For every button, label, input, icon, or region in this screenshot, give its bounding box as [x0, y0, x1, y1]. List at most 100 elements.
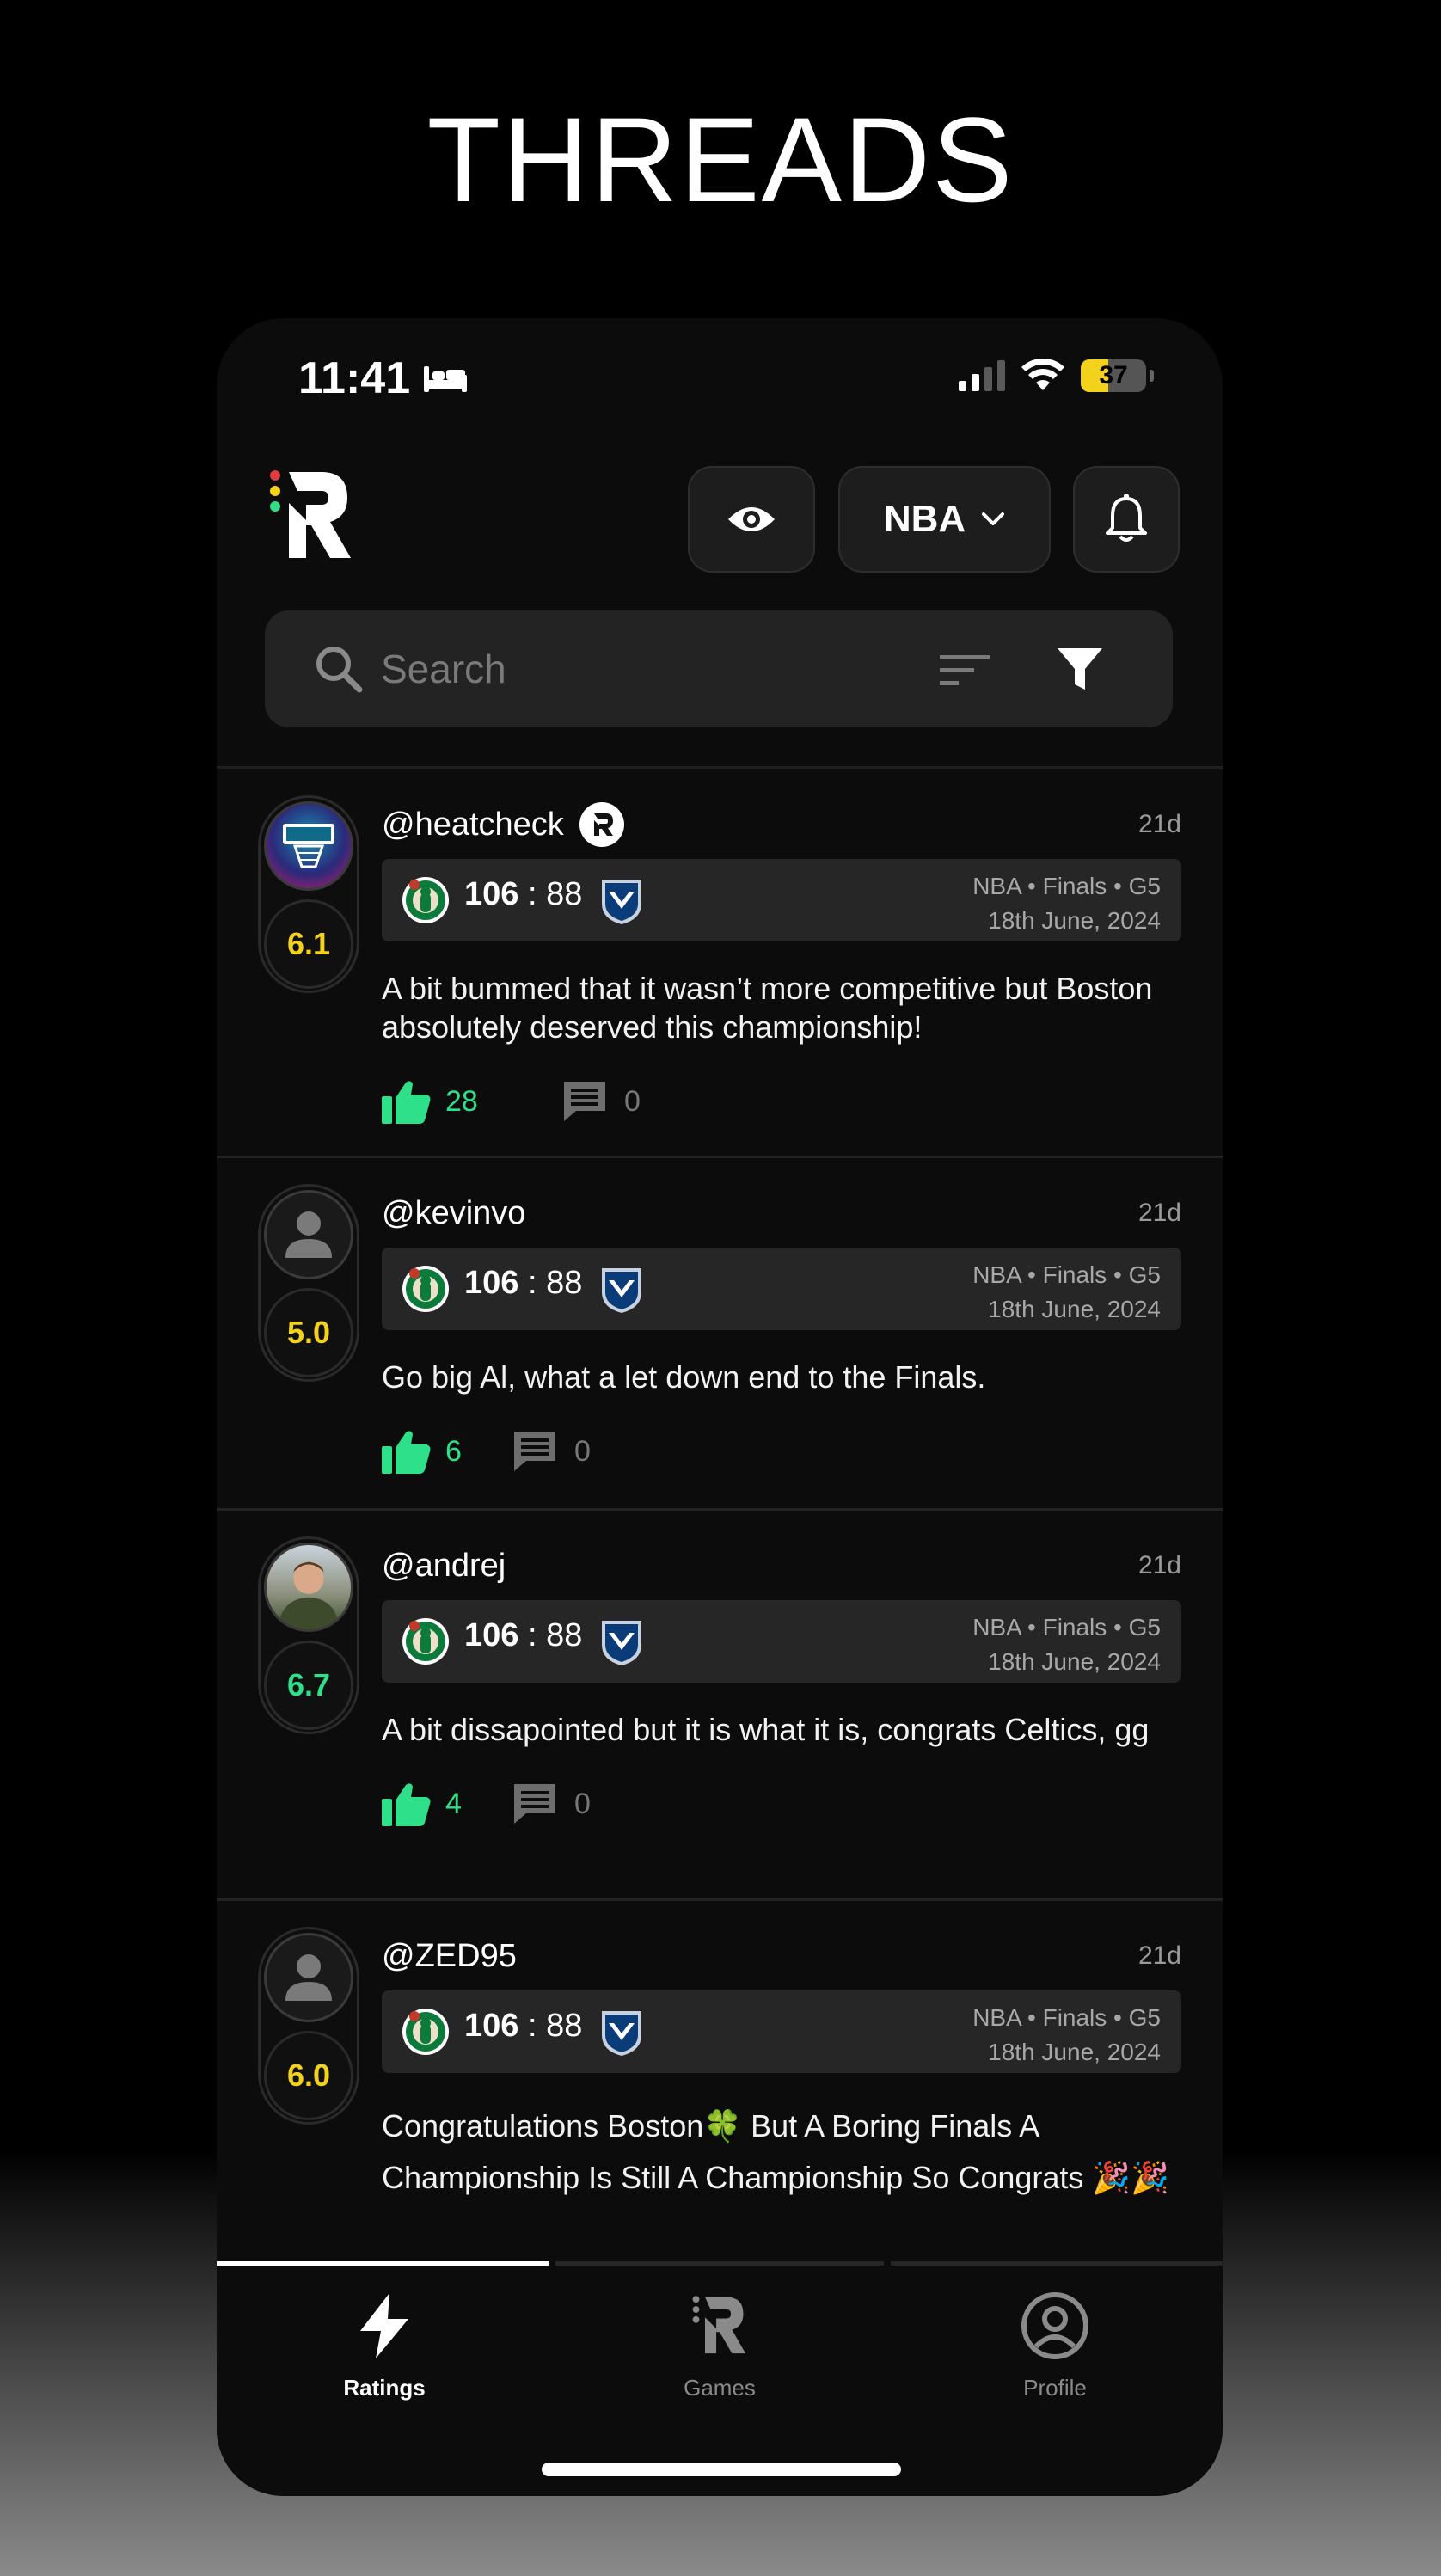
- game-score: 106 : 88: [464, 1617, 582, 1654]
- game-info: NBA • Finals • G5: [972, 2004, 1161, 2031]
- rating-score: 6.7: [264, 1641, 353, 1730]
- tab-games[interactable]: Games: [552, 2287, 887, 2401]
- post-age: 21d: [1137, 1551, 1181, 1579]
- like-count: 6: [445, 1434, 462, 1468]
- post-header: @kevinvo 21d: [382, 1189, 1181, 1237]
- battery-icon: 37: [1081, 359, 1146, 392]
- thumbs-up-icon[interactable]: [382, 1429, 432, 1474]
- away-score: 88: [546, 876, 583, 912]
- mavericks-logo-icon: [602, 880, 641, 924]
- thread-post[interactable]: 5.0 @kevinvo 21d 106 : 88 NBA • Finals •…: [217, 1158, 1223, 1511]
- game-meta: NBA • Finals • G5 18th June, 2024: [972, 2001, 1161, 2070]
- post-text: A bit dissapointed but it is what it is,…: [382, 1712, 1150, 1747]
- search-icon: [316, 647, 363, 693]
- avatar[interactable]: [264, 1190, 353, 1279]
- rating-score: 5.0: [264, 1288, 353, 1377]
- comment-count: 0: [574, 1434, 591, 1468]
- post-header: @heatcheck 21d: [382, 800, 1181, 849]
- username[interactable]: @ZED95: [382, 1938, 517, 1975]
- avatar[interactable]: [264, 1543, 353, 1632]
- sleep-focus-icon: [424, 366, 468, 392]
- tab-profile[interactable]: Profile: [887, 2287, 1223, 2401]
- avatar[interactable]: [264, 1933, 353, 2022]
- league-selector-label: NBA: [883, 498, 966, 540]
- chevron-down-icon: [982, 512, 1005, 525]
- thread-post[interactable]: 6.1 @heatcheck 21d 106 : 88 NBA • Finals…: [217, 770, 1223, 1158]
- game-score: 106 : 88: [464, 1265, 582, 1302]
- visibility-toggle-button[interactable]: [688, 466, 815, 573]
- game-date: 18th June, 2024: [988, 2039, 1161, 2065]
- sort-icon[interactable]: [940, 653, 990, 688]
- game-date: 18th June, 2024: [988, 1648, 1161, 1675]
- comment-icon[interactable]: [512, 1782, 557, 1825]
- battery-level: 37: [1099, 361, 1128, 389]
- heatcheck-logo-icon: [283, 824, 334, 868]
- thread-post[interactable]: 6.0 @ZED95 21d 106 : 88 NBA • Finals • G…: [217, 1901, 1223, 2244]
- thumbs-up-icon[interactable]: [382, 1079, 432, 1124]
- tab-label: Ratings: [343, 2375, 426, 2401]
- app-logo[interactable]: [268, 469, 354, 563]
- comment-icon[interactable]: [562, 1080, 607, 1123]
- default-user-icon: [285, 1954, 332, 2001]
- tab-label: Games: [684, 2375, 756, 2401]
- post-text: A bit bummed that it wasn’t more competi…: [382, 971, 1153, 1045]
- game-card[interactable]: 106 : 88 NBA • Finals • G5 18th June, 20…: [382, 1600, 1181, 1683]
- game-card[interactable]: 106 : 88 NBA • Finals • G5 18th June, 20…: [382, 859, 1181, 941]
- post-text: Congratulations Boston🍀 But A Boring Fin…: [382, 2108, 1170, 2195]
- profile-icon: [1021, 2292, 1088, 2359]
- clock: 11:41: [298, 353, 411, 403]
- page-title: THREADS: [426, 92, 1015, 227]
- score-separator: :: [527, 1265, 537, 1301]
- home-score: 106: [464, 1265, 519, 1301]
- header-divider: [217, 766, 1223, 769]
- thread-post[interactable]: 6.7 @andrej 21d 106 : 88 NBA • Finals • …: [217, 1511, 1223, 1901]
- author-badge: 6.0: [258, 1927, 359, 2125]
- r-logo-icon: [692, 2296, 746, 2354]
- game-meta: NBA • Finals • G5 18th June, 2024: [972, 869, 1161, 938]
- game-meta: NBA • Finals • G5 18th June, 2024: [972, 1610, 1161, 1679]
- league-selector-dropdown[interactable]: NBA: [838, 466, 1051, 573]
- tab-ratings[interactable]: Ratings: [217, 2287, 552, 2401]
- avatar[interactable]: [264, 801, 353, 891]
- tab-indicator: [891, 2261, 1223, 2266]
- author-badge: 6.1: [258, 795, 359, 993]
- post-actions: 6 0: [382, 1426, 1181, 1477]
- game-info: NBA • Finals • G5: [972, 1614, 1161, 1641]
- thumbs-up-icon[interactable]: [382, 1782, 432, 1826]
- wifi-icon: [1021, 359, 1064, 390]
- phone-frame: 11:41 37 NBA Search 6.1 @heatcheck 21d 1…: [217, 318, 1223, 2496]
- game-card[interactable]: 106 : 88 NBA • Finals • G5 18th June, 20…: [382, 1248, 1181, 1330]
- mavericks-logo-icon: [602, 2011, 641, 2056]
- like-count: 4: [445, 1787, 462, 1820]
- post-age: 21d: [1137, 1199, 1181, 1227]
- threads-feed[interactable]: 6.1 @heatcheck 21d 106 : 88 NBA • Finals…: [217, 770, 1223, 2244]
- post-actions: 4 0: [382, 1778, 1181, 1830]
- tab-label: Profile: [1023, 2375, 1087, 2401]
- search-input[interactable]: [381, 636, 897, 702]
- away-score: 88: [546, 1617, 583, 1653]
- home-score: 106: [464, 1617, 519, 1653]
- username[interactable]: @andrej: [382, 1548, 506, 1585]
- post-header: @andrej 21d: [382, 1542, 1181, 1590]
- score-separator: :: [527, 1617, 537, 1653]
- rating-score: 6.0: [264, 2031, 353, 2120]
- home-score: 106: [464, 2008, 519, 2044]
- game-card[interactable]: 106 : 88 NBA • Finals • G5 18th June, 20…: [382, 1990, 1181, 2073]
- celtics-logo-icon: [402, 877, 449, 923]
- default-user-icon: [285, 1211, 332, 1258]
- home-indicator[interactable]: [542, 2463, 901, 2476]
- comment-icon[interactable]: [512, 1430, 557, 1473]
- game-date: 18th June, 2024: [988, 1296, 1161, 1322]
- username[interactable]: @kevinvo: [382, 1195, 525, 1232]
- tab-indicator-active: [217, 2261, 549, 2266]
- rating-score: 6.1: [264, 899, 353, 989]
- game-score: 106 : 88: [464, 2008, 582, 2045]
- author-badge: 5.0: [258, 1184, 359, 1382]
- tab-indicator: [555, 2261, 884, 2266]
- game-date: 18th June, 2024: [988, 907, 1161, 934]
- username[interactable]: @heatcheck: [382, 807, 564, 843]
- notifications-button[interactable]: [1073, 466, 1180, 573]
- post-age: 21d: [1137, 1941, 1181, 1970]
- filter-icon[interactable]: [1056, 647, 1104, 691]
- search-bar: [265, 610, 1173, 727]
